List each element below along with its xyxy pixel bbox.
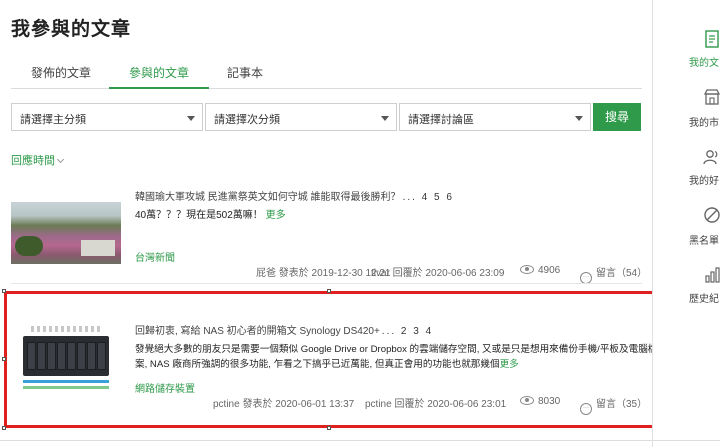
sidebar-item-label: 黑名單	[689, 236, 719, 247]
right-sidebar: 我的文 我的市 我的好 黑名單 歷史紀	[652, 0, 720, 447]
friends-icon	[703, 150, 718, 165]
post-excerpt: 40萬？？？現在是502萬嘛！ 更多	[135, 210, 286, 221]
resize-handle[interactable]	[327, 426, 331, 430]
post-pages[interactable]: ... 4 5 6	[403, 192, 454, 203]
divider	[0, 440, 720, 441]
tab-published[interactable]: 發佈的文章	[11, 64, 111, 89]
post-views: 4906	[520, 264, 560, 276]
eye-icon	[520, 265, 534, 274]
sidebar-item-my-articles[interactable]: 我的文	[653, 30, 720, 70]
resize-handle[interactable]	[2, 289, 6, 293]
board-select[interactable]: 請選擇討論區	[399, 103, 591, 131]
sidebar-item-label: 我的市	[689, 118, 719, 129]
more-link[interactable]: 更多	[266, 210, 286, 221]
resize-handle[interactable]	[2, 357, 6, 361]
store-icon	[703, 89, 720, 105]
post-replier: tivar 回覆於 2020-06-06 23:09	[371, 268, 505, 279]
main-category-select[interactable]: 請選擇主分頻	[11, 103, 203, 131]
sidebar-item-history[interactable]: 歷史紀	[653, 266, 720, 306]
chevron-down-icon	[575, 116, 583, 121]
post-board[interactable]: 台灣新聞	[135, 249, 175, 264]
tab-participated[interactable]: 參與的文章	[109, 64, 210, 89]
chevron-down-icon	[381, 116, 389, 121]
chevron-down-icon	[56, 155, 65, 164]
sidebar-item-label: 我的文	[689, 58, 719, 69]
search-button[interactable]: 搜尋	[593, 103, 641, 131]
annotation-highlight	[4, 291, 656, 428]
sidebar-item-label: 歷史紀	[689, 294, 719, 305]
sub-category-select[interactable]: 請選擇次分頻	[205, 103, 397, 131]
post-comments[interactable]: ··· 留言（54）	[580, 264, 647, 284]
bar-chart-icon	[705, 267, 720, 283]
resize-handle[interactable]	[2, 426, 6, 430]
resize-handle[interactable]	[327, 289, 331, 293]
sidebar-item-my-friends[interactable]: 我的好	[653, 148, 720, 188]
sort-label: 回應時間	[11, 155, 55, 167]
tab-notebook[interactable]: 記事本	[207, 64, 283, 89]
post-thumbnail[interactable]	[11, 202, 121, 264]
chevron-down-icon	[187, 116, 195, 121]
sidebar-item-my-market[interactable]: 我的市	[653, 88, 720, 129]
sidebar-item-label: 我的好	[689, 176, 719, 187]
divider	[11, 283, 642, 284]
main-category-value: 請選擇主分頻	[20, 114, 86, 126]
document-icon	[705, 30, 719, 48]
sub-category-value: 請選擇次分頻	[214, 114, 280, 126]
block-icon	[704, 207, 720, 223]
page-title: 我參與的文章	[11, 19, 132, 40]
tab-bar: 發佈的文章 參與的文章 記事本	[11, 56, 642, 89]
sort-dropdown[interactable]: 回應時間	[11, 152, 65, 168]
board-value: 請選擇討論區	[408, 114, 474, 126]
post-title[interactable]: 韓國瑜大軍攻城 民進黨祭英文如何守城 誰能取得最後勝利？... 4 5 6	[135, 188, 454, 203]
sidebar-item-blacklist[interactable]: 黑名單	[653, 206, 720, 247]
